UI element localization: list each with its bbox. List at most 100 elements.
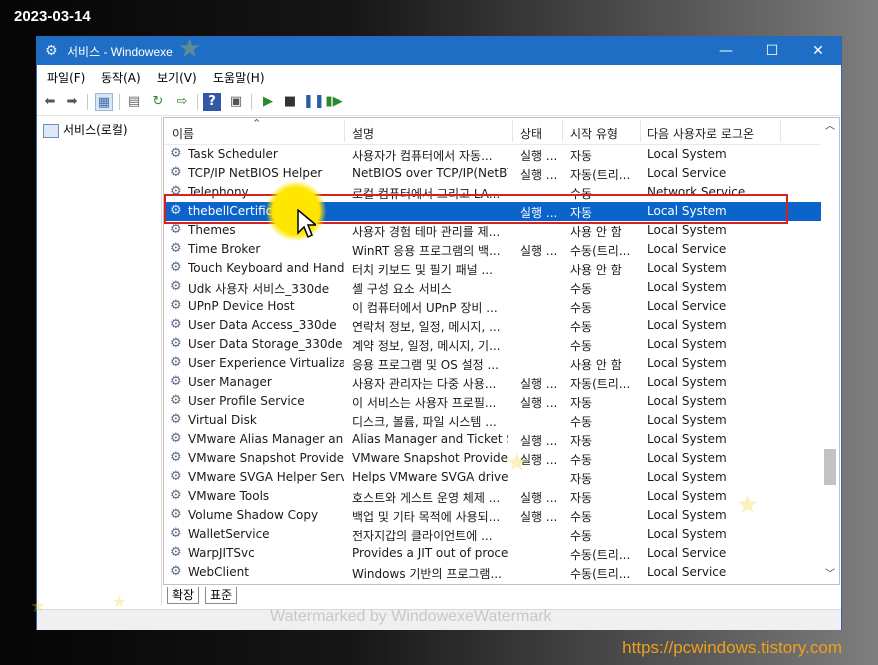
scroll-down-icon[interactable]: ﹀: [821, 566, 839, 584]
service-logon-as: Local System: [647, 432, 727, 446]
service-startup-type: 자동: [570, 396, 593, 410]
star-decoration: ★: [112, 592, 127, 611]
restart-icon[interactable]: ▮▶: [325, 93, 343, 111]
table-row[interactable]: ⚙ WalletService 전자지갑의 클라이언트에 ... 수동 Local Sy…: [164, 525, 821, 544]
table-row[interactable]: ⚙ WebClient Windows 기반의 프로그램... 수동(트리... Loc…: [164, 563, 821, 582]
service-gear-icon: ⚙: [170, 299, 182, 313]
table-row[interactable]: ⚙ Udk 사용자 서비스_330de 셸 구성 요소 서비스 수동 Local Sys…: [164, 278, 821, 297]
service-gear-icon: ⚙: [170, 337, 182, 351]
service-name: Task Scheduler: [188, 147, 278, 161]
table-row[interactable]: ⚙ Virtual Disk 디스크, 볼륨, 파일 시스템 ... 수동 Local …: [164, 411, 821, 430]
maximize-button[interactable]: ☐: [749, 37, 795, 65]
console-icon[interactable]: ▣: [227, 93, 245, 111]
service-logon-as: Local System: [647, 147, 727, 161]
refresh-icon[interactable]: ↻: [149, 93, 167, 111]
help-icon[interactable]: ?: [203, 93, 221, 111]
tab-extended[interactable]: 확장: [167, 587, 200, 604]
start-icon[interactable]: ▶: [259, 93, 277, 111]
service-gear-icon: ⚙: [170, 451, 182, 465]
service-logon-as: Local Service: [647, 546, 727, 560]
star-decoration: ★: [736, 490, 760, 520]
service-name: Touch Keyboard and Hand...: [188, 261, 344, 275]
vertical-scrollbar[interactable]: ︿ ﹀: [821, 118, 839, 584]
table-row[interactable]: ⚙ User Profile Service 이 서비스는 사용자 프로필... 실행…: [164, 392, 821, 411]
forward-icon[interactable]: ➡: [63, 93, 81, 111]
table-row[interactable]: ⚙ VMware Snapshot Provider VMware Snapshot…: [164, 449, 821, 468]
service-name: WebClient: [188, 565, 249, 579]
table-row[interactable]: ⚙ VMware Alias Manager an... Alias Manager…: [164, 430, 821, 449]
service-startup-type: 수동: [570, 529, 593, 543]
scroll-thumb[interactable]: [824, 449, 836, 485]
service-description: Windows 기반의 프로그램...: [352, 567, 502, 581]
minimize-button[interactable]: —: [703, 37, 749, 65]
service-logon-as: Local Service: [647, 242, 727, 256]
service-description: 사용자 관리자는 다중 사용...: [352, 377, 497, 391]
col-name[interactable]: 이름: [172, 125, 194, 142]
mouse-pointer-icon: [297, 209, 316, 239]
stop-icon[interactable]: ■: [281, 93, 299, 111]
services-icon: [43, 123, 59, 138]
service-description: 응용 프로그램 및 OS 설정 ...: [352, 358, 499, 372]
table-row[interactable]: ⚙ User Data Storage_330de 계약 정보, 일정, 메시지, …: [164, 335, 821, 354]
service-description: Alias Manager and Ticket S...: [352, 432, 508, 446]
table-row[interactable]: ⚙ User Experience Virtualizati... 응용 프로그램 …: [164, 354, 821, 373]
service-name: UPnP Device Host: [188, 299, 295, 313]
service-name: Virtual Disk: [188, 413, 257, 427]
service-description: Provides a JIT out of proces...: [352, 546, 508, 560]
service-description: 사용자가 컴퓨터에서 자동...: [352, 149, 493, 163]
service-description: VMware Snapshot Provider: [352, 451, 508, 465]
service-gear-icon: ⚙: [170, 223, 182, 237]
service-logon-as: Local System: [647, 527, 727, 541]
table-row[interactable]: ⚙ VMware SVGA Helper Serv... Helps VMware …: [164, 468, 821, 487]
service-logon-as: Local System: [647, 356, 727, 370]
menu-view[interactable]: 보기(V): [157, 69, 197, 86]
table-row[interactable]: ⚙ UPnP Device Host 이 컴퓨터에서 UPnP 장비 ... 수동 Lo…: [164, 297, 821, 316]
tree-node-label: 서비스(로컬): [63, 123, 128, 137]
table-row[interactable]: ⚙ Time Broker WinRT 응용 프로그램의 백... 실행 ... 수동(…: [164, 240, 821, 259]
table-row[interactable]: ⚙ VMware Tools 호스트와 게스트 운영 체제 ... 실행 ... 자동 L…: [164, 487, 821, 506]
tree-pane: 서비스(로컬): [37, 117, 162, 605]
service-description: 셸 구성 요소 서비스: [352, 282, 452, 296]
title-bar[interactable]: ⚙ 서비스 - Windowexe — ☐ ✕: [37, 37, 841, 65]
service-gear-icon: ⚙: [170, 280, 182, 294]
table-row[interactable]: ⚙ Task Scheduler 사용자가 컴퓨터에서 자동... 실행 ... 자동 L…: [164, 145, 821, 164]
service-gear-icon: ⚙: [170, 242, 182, 256]
table-row[interactable]: ⚙ Touch Keyboard and Hand... 터치 키보드 및 필기 패…: [164, 259, 821, 278]
menu-action[interactable]: 동작(A): [101, 69, 141, 86]
tab-standard[interactable]: 표준: [205, 587, 238, 604]
back-icon[interactable]: ⬅: [41, 93, 59, 111]
service-logon-as: Local System: [647, 375, 727, 389]
table-row[interactable]: ⚙ User Manager 사용자 관리자는 다중 사용... 실행 ... 자동(트…: [164, 373, 821, 392]
show-tree-icon[interactable]: ▦: [95, 93, 113, 111]
service-name: VMware Snapshot Provider: [188, 451, 344, 465]
menu-help[interactable]: 도움말(H): [213, 69, 265, 86]
table-row[interactable]: ⚙ TCP/IP NetBIOS Helper NetBIOS over TCP/I…: [164, 164, 821, 183]
service-logon-as: Local Service: [647, 166, 727, 180]
service-status: 실행 ...: [520, 510, 558, 524]
service-name: VMware Tools: [188, 489, 270, 503]
service-startup-type: 수동: [570, 301, 593, 315]
col-description[interactable]: 설명: [352, 125, 374, 142]
service-name: Volume Shadow Copy: [188, 508, 319, 522]
export-icon[interactable]: ⇨: [173, 93, 191, 111]
service-description: 계약 정보, 일정, 메시지, 기...: [352, 339, 501, 353]
service-description: Helps VMware SVGA driver...: [352, 470, 508, 484]
close-button[interactable]: ✕: [795, 37, 841, 65]
col-startup-type[interactable]: 시작 유형: [570, 125, 618, 142]
properties-icon[interactable]: ▤: [125, 93, 143, 111]
table-row[interactable]: ⚙ User Data Access_330de 연락처 정보, 일정, 메시지, …: [164, 316, 821, 335]
menu-file[interactable]: 파일(F): [47, 69, 85, 86]
col-logon-as[interactable]: 다음 사용자로 로그온: [647, 125, 754, 142]
col-status[interactable]: 상태: [520, 125, 542, 142]
service-status: 실행 ...: [520, 396, 558, 410]
service-startup-type: 사용 안 함: [570, 358, 622, 372]
scroll-up-icon[interactable]: ︿: [821, 118, 839, 136]
table-row[interactable]: ⚙ WarpJITSvc Provides a JIT out of proces.…: [164, 544, 821, 563]
service-gear-icon: ⚙: [170, 508, 182, 522]
service-status: 실행 ...: [520, 491, 558, 505]
service-gear-icon: ⚙: [170, 261, 182, 275]
service-startup-type: 수동(트리...: [570, 548, 631, 562]
table-row[interactable]: ⚙ Volume Shadow Copy 백업 및 기타 목적에 사용되... 실행 …: [164, 506, 821, 525]
pause-icon[interactable]: ❚❚: [303, 93, 325, 111]
tree-node-services-local[interactable]: 서비스(로컬): [43, 121, 128, 138]
